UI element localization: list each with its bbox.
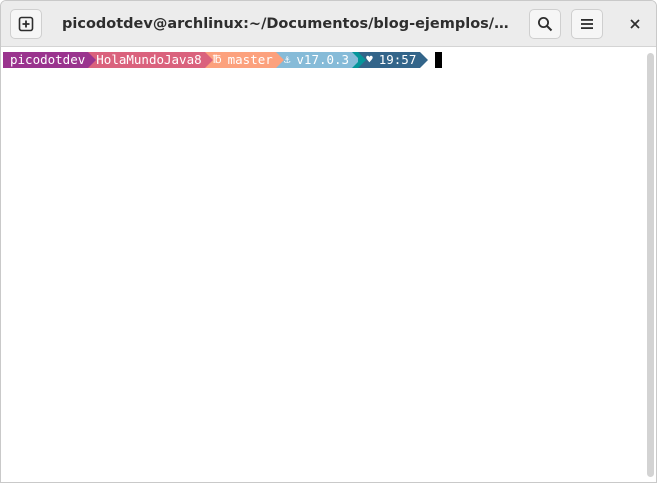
prompt-directory-segment: HolaMundoJava8 (88, 52, 213, 68)
close-button[interactable] (620, 9, 650, 39)
java-icon: ⚓ (283, 53, 291, 66)
hamburger-menu-icon (581, 19, 593, 29)
prompt-git-branch: master (227, 52, 273, 67)
terminal-window: picodotdev@archlinux:~/Documentos/blog-e… (0, 0, 657, 483)
window-title: picodotdev@archlinux:~/Documentos/blog-e… (62, 16, 517, 32)
new-tab-plus-icon (18, 16, 34, 32)
text-cursor (435, 52, 443, 68)
prompt-time: 19:57 (378, 52, 417, 67)
scrollbar[interactable] (643, 47, 656, 482)
shell-prompt: picodotdev HolaMundoJava8 ℔ master ⚓ v17… (3, 52, 443, 68)
prompt-user-segment: picodotdev (3, 52, 97, 68)
close-icon (630, 19, 640, 29)
prompt-time-segment: ♥ 19:57 (358, 52, 429, 68)
scrollbar-thumb[interactable] (647, 53, 654, 477)
git-branch-icon: ℔ (212, 53, 222, 66)
prompt-git-segment: ℔ master (204, 52, 284, 68)
prompt-java-segment: ⚓ v17.0.3 (275, 52, 361, 68)
search-button[interactable] (529, 9, 561, 39)
heart-icon: ♥ (366, 53, 373, 66)
prompt-user: picodotdev (10, 52, 86, 67)
header-bar: picodotdev@archlinux:~/Documentos/blog-e… (1, 1, 656, 47)
menu-button[interactable] (571, 9, 603, 39)
prompt-java-version: v17.0.3 (296, 52, 350, 67)
prompt-directory: HolaMundoJava8 (96, 52, 202, 67)
new-tab-button[interactable] (10, 9, 42, 39)
search-icon (538, 17, 553, 32)
terminal-area[interactable]: picodotdev HolaMundoJava8 ℔ master ⚓ v17… (1, 47, 643, 482)
